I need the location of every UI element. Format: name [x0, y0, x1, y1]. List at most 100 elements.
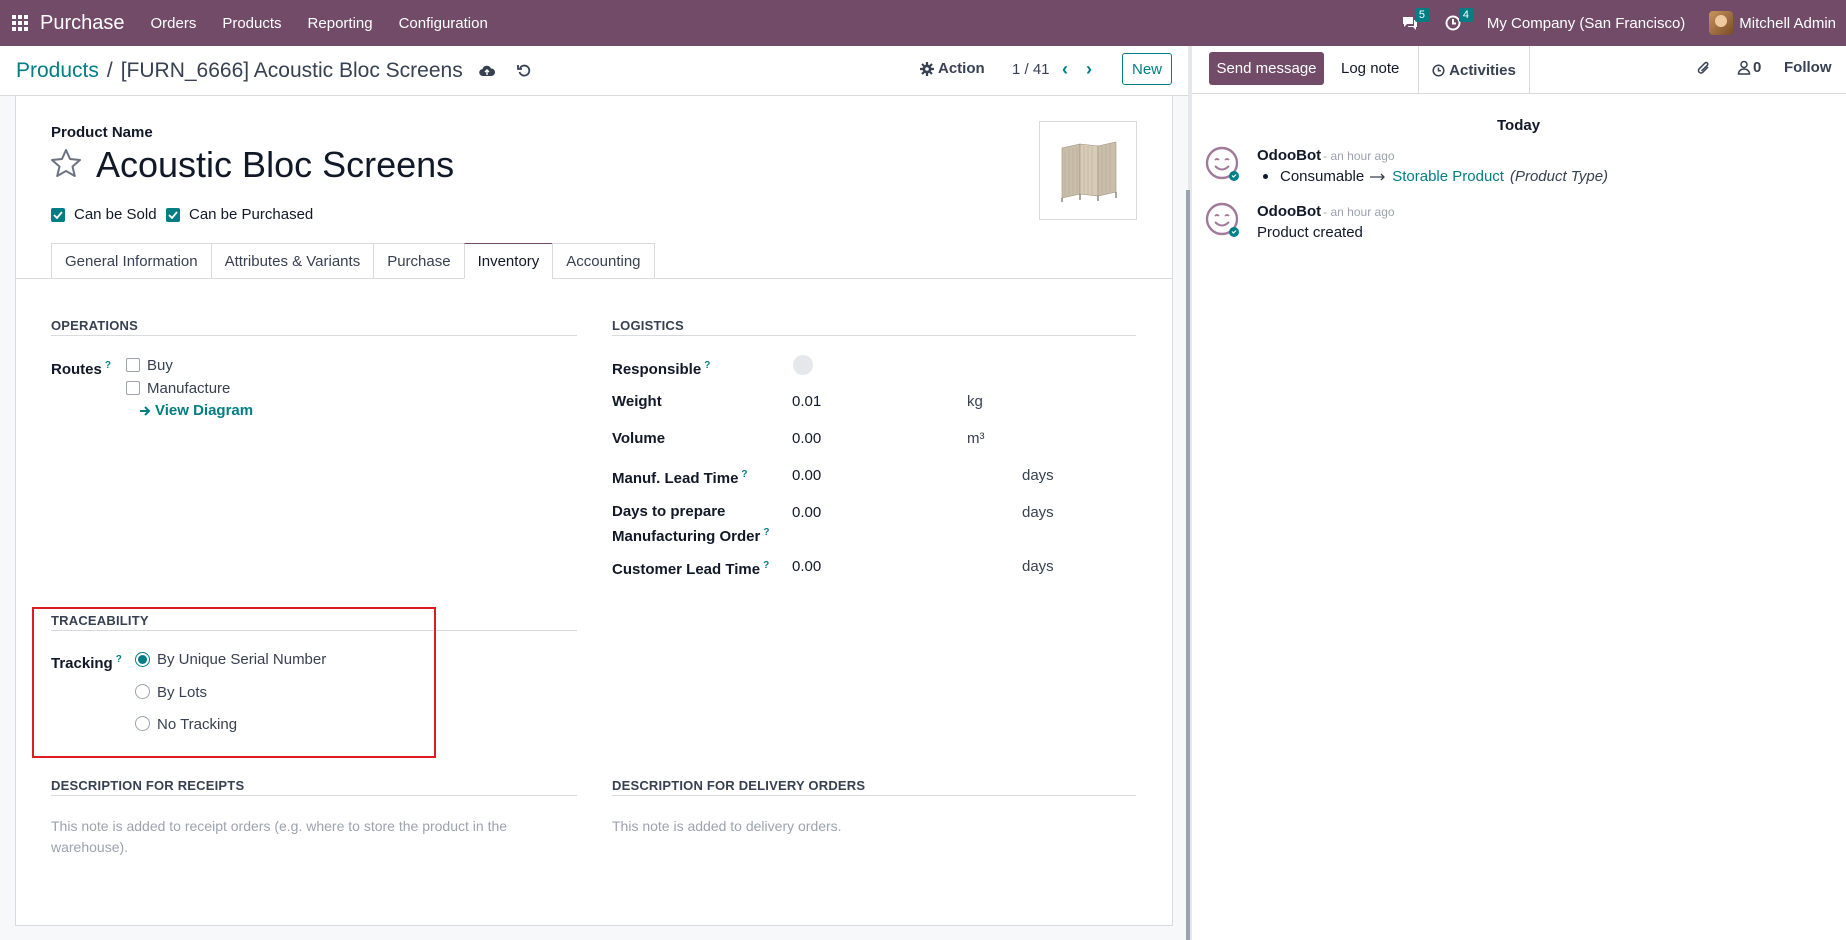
- save-cloud-icon[interactable]: [478, 64, 495, 78]
- long-arrow-right-icon: [1370, 173, 1386, 180]
- receipts-description-input[interactable]: This note is added to receipt orders (e.…: [51, 816, 551, 858]
- help-icon[interactable]: ?: [105, 360, 111, 371]
- message-time: - an hour ago: [1323, 149, 1395, 163]
- messages-button[interactable]: 5: [1401, 8, 1430, 31]
- volume-label: Volume: [612, 430, 666, 447]
- days-to-prepare-label: Days to prepare Manufacturing Order?: [612, 503, 770, 545]
- can-be-purchased-label: Can be Purchased: [189, 206, 314, 223]
- messages-count-badge: 5: [1414, 8, 1430, 22]
- tracking-change-line: Consumable Storable Product (Product Typ…: [1263, 168, 1608, 185]
- volume-input[interactable]: 0.00: [792, 430, 821, 447]
- can-be-sold-checkbox[interactable]: Can be Sold: [51, 206, 157, 223]
- old-value: Consumable: [1280, 168, 1365, 185]
- action-label: Action: [938, 60, 985, 77]
- user-icon: [1737, 60, 1751, 75]
- user-menu[interactable]: Mitchell Admin: [1739, 15, 1836, 32]
- form-tabs: General Information Attributes & Variant…: [51, 243, 655, 279]
- form-scrollbar[interactable]: [1186, 190, 1190, 940]
- help-icon[interactable]: ?: [704, 360, 710, 371]
- pager-value[interactable]: 1 / 41: [1012, 61, 1050, 78]
- odoobot-avatar-icon: [1205, 202, 1241, 238]
- help-icon[interactable]: ?: [763, 527, 769, 538]
- new-button[interactable]: New: [1122, 53, 1172, 85]
- action-menu-button[interactable]: Action: [920, 60, 985, 77]
- followers-button[interactable]: 0: [1737, 59, 1761, 76]
- tab-accounting[interactable]: Accounting: [552, 243, 655, 279]
- operations-section-title: OPERATIONS: [51, 318, 138, 333]
- message-author[interactable]: OdooBot - an hour ago: [1257, 147, 1395, 164]
- route-manufacture-checkbox[interactable]: [126, 381, 140, 395]
- product-image[interactable]: [1039, 121, 1137, 220]
- clock-icon: [1432, 63, 1445, 77]
- send-message-button[interactable]: Send message: [1209, 52, 1324, 85]
- attachment-paperclip-icon[interactable]: [1696, 59, 1712, 81]
- pager-previous-icon[interactable]: ‹: [1062, 59, 1068, 80]
- manuf-lead-time-label: Manuf. Lead Time?: [612, 469, 748, 487]
- route-manufacture-label: Manufacture: [147, 380, 231, 397]
- gear-icon: [920, 61, 934, 76]
- message-body: Product created: [1257, 224, 1363, 241]
- control-panel: Products / [FURN_6666] Acoustic Bloc Scr…: [0, 46, 1190, 96]
- can-be-purchased-checkbox[interactable]: Can be Purchased: [166, 206, 313, 223]
- menu-products[interactable]: Products: [222, 15, 281, 32]
- bullet-icon: [1263, 174, 1268, 179]
- activities-count-badge: 4: [1458, 8, 1474, 22]
- tracked-field: (Product Type): [1509, 168, 1609, 185]
- days-to-prepare-unit: days: [1022, 504, 1054, 521]
- product-name-input[interactable]: Acoustic Bloc Screens: [96, 144, 454, 186]
- weight-label: Weight: [612, 393, 662, 410]
- view-diagram-link[interactable]: View Diagram: [139, 402, 253, 419]
- discard-icon[interactable]: [516, 64, 531, 78]
- tab-purchase[interactable]: Purchase: [373, 243, 464, 279]
- responsible-label: Responsible?: [612, 360, 711, 378]
- responsible-avatar[interactable]: [793, 355, 813, 375]
- menu-reporting[interactable]: Reporting: [308, 15, 373, 32]
- delivery-description-title: DESCRIPTION FOR DELIVERY ORDERS: [612, 778, 866, 793]
- help-icon[interactable]: ?: [763, 560, 769, 571]
- manuf-lead-time-input[interactable]: 0.00: [792, 467, 821, 484]
- delivery-divider: [612, 795, 1136, 796]
- follow-button[interactable]: Follow: [1784, 59, 1832, 76]
- traceability-highlight-box: [32, 607, 436, 758]
- app-name[interactable]: Purchase: [40, 12, 125, 35]
- tab-attributes-variants[interactable]: Attributes & Variants: [210, 243, 374, 279]
- receipts-divider: [51, 795, 577, 796]
- logistics-divider: [612, 335, 1136, 336]
- apps-grid-icon[interactable]: [12, 15, 28, 31]
- delivery-description-input[interactable]: This note is added to delivery orders.: [612, 816, 1112, 837]
- routes-label: Routes?: [51, 360, 111, 378]
- weight-unit: kg: [967, 393, 983, 410]
- tab-general-information[interactable]: General Information: [51, 243, 211, 279]
- receipts-description-title: DESCRIPTION FOR RECEIPTS: [51, 778, 245, 793]
- customer-lead-time-label: Customer Lead Time?: [612, 560, 770, 578]
- route-buy-checkbox[interactable]: [126, 358, 140, 372]
- date-separator: Today: [1497, 117, 1541, 134]
- breadcrumb-products[interactable]: Products: [16, 59, 99, 83]
- help-icon[interactable]: ?: [741, 469, 747, 480]
- pager-next-icon[interactable]: ›: [1086, 59, 1092, 80]
- customer-lead-time-input[interactable]: 0.00: [792, 558, 821, 575]
- menu-orders[interactable]: Orders: [151, 15, 197, 32]
- activities-button[interactable]: Activities: [1418, 46, 1530, 94]
- check-icon: [166, 207, 180, 222]
- favorite-star-icon[interactable]: [50, 148, 82, 182]
- check-icon: [51, 207, 65, 222]
- company-switcher[interactable]: My Company (San Francisco): [1487, 15, 1685, 32]
- weight-input[interactable]: 0.01: [792, 393, 821, 410]
- customer-lead-time-unit: days: [1022, 558, 1054, 575]
- tab-inventory[interactable]: Inventory: [463, 243, 553, 279]
- activities-button[interactable]: 4: [1445, 8, 1474, 31]
- user-avatar[interactable]: [1709, 11, 1734, 35]
- menu-configuration[interactable]: Configuration: [399, 15, 488, 32]
- breadcrumb-current: [FURN_6666] Acoustic Bloc Screens: [120, 58, 463, 82]
- message-time: - an hour ago: [1323, 205, 1395, 219]
- can-be-sold-label: Can be Sold: [74, 206, 157, 223]
- message-author[interactable]: OdooBot - an hour ago: [1257, 203, 1395, 220]
- odoobot-avatar-icon: [1205, 146, 1241, 182]
- manuf-lead-time-unit: days: [1022, 467, 1054, 484]
- days-to-prepare-input[interactable]: 0.00: [792, 504, 821, 521]
- log-note-button[interactable]: Log note: [1341, 60, 1399, 77]
- arrow-right-icon: [140, 405, 151, 416]
- new-value: Storable Product: [1392, 168, 1504, 185]
- breadcrumb-separator: /: [106, 58, 113, 82]
